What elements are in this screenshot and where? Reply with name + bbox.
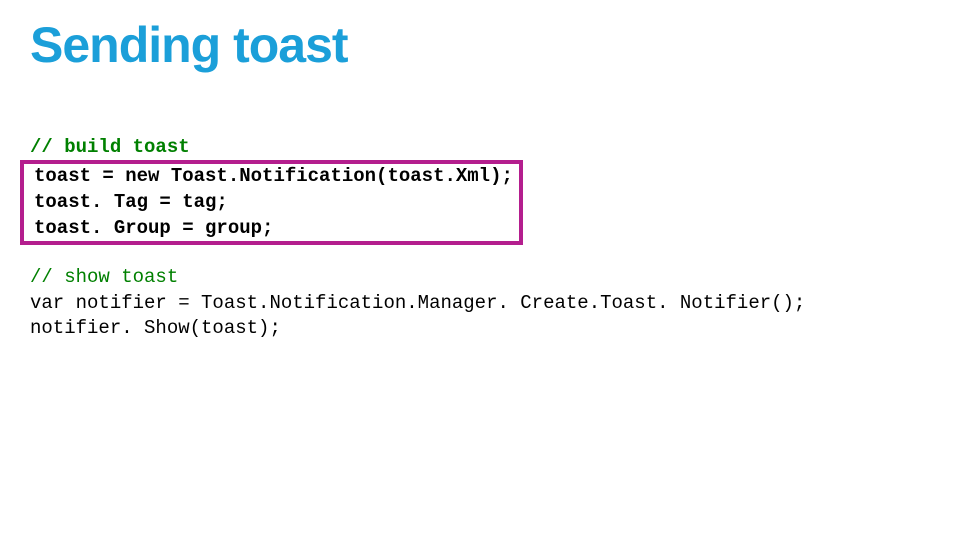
code-block-show: // show toast var notifier = Toast.Notif… — [30, 265, 930, 342]
code-comment-build: // build toast — [30, 136, 190, 158]
code-line-group: toast. Group = group; — [34, 217, 273, 239]
code-comment-show: // show toast — [30, 266, 178, 288]
code-line-tag: toast. Tag = tag; — [34, 191, 228, 213]
slide-title: Sending toast — [30, 18, 930, 73]
code-block: // build toast toast = new Toast.Notific… — [30, 109, 930, 342]
code-line-new-toast: toast = new Toast.Notification(toast.Xml… — [34, 165, 513, 187]
highlight-box: toast = new Toast.Notification(toast.Xml… — [20, 160, 523, 245]
code-line-notifier: var notifier = Toast.Notification.Manage… — [30, 292, 805, 314]
code-line-show: notifier. Show(toast); — [30, 317, 281, 339]
slide: Sending toast // build toast toast = new… — [0, 0, 960, 540]
